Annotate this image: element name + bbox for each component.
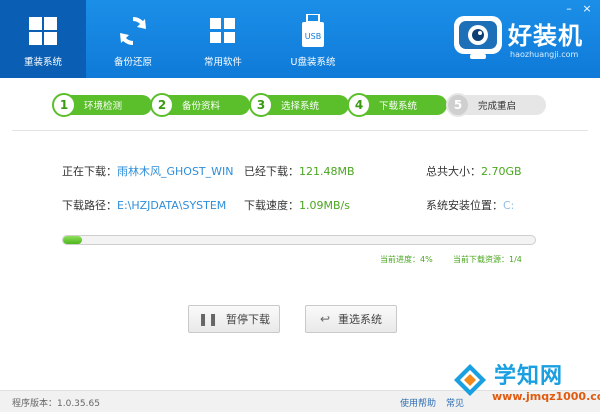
step-number: 4 xyxy=(347,93,371,117)
current-progress-value: 4% xyxy=(420,255,433,264)
download-path-item: 下载路径：E:\HZJDATA\SYSTEM xyxy=(62,197,226,213)
grid-icon xyxy=(206,14,240,48)
watermark-url: www.jmqz1000.com xyxy=(492,390,600,403)
step-number: 5 xyxy=(446,93,470,117)
step-finish-restart: 5 完成重启 xyxy=(446,93,546,117)
refresh-icon xyxy=(116,14,150,48)
help-link[interactable]: 使用帮助 xyxy=(400,396,436,409)
site-watermark: 学知网 www.jmqz1000.com xyxy=(448,354,600,412)
window-controls: – × xyxy=(562,2,594,16)
nav-label: U盘装系统 xyxy=(290,57,336,68)
download-speed-item: 下载速度：1.09MB/s xyxy=(244,197,350,213)
install-location-value: C: xyxy=(503,199,515,212)
step-select-system: 3 选择系统 xyxy=(249,93,349,117)
windows-icon xyxy=(26,14,60,48)
app-header: 重装系统 备份还原 常用软件 USB U盘装系统 好装机 haozhuangji… xyxy=(0,0,600,78)
pause-icon: ❚❚ xyxy=(197,312,219,326)
close-icon[interactable]: × xyxy=(580,2,594,16)
step-label: 选择系统 xyxy=(281,101,320,112)
reselect-system-label: 重选系统 xyxy=(338,313,383,326)
svg-text:USB: USB xyxy=(305,32,321,41)
downloaded-item: 已经下载：121.48MB xyxy=(244,163,355,179)
brand-url: haozhuangji.com xyxy=(510,50,579,59)
downloaded-label: 已经下载： xyxy=(244,165,299,178)
step-progress-bar: 1 环境检测 2 备份资料 3 选择系统 4 下载系统 5 完成重启 xyxy=(52,93,548,117)
install-location-label: 系统安装位置： xyxy=(426,199,503,212)
step-label: 备份资料 xyxy=(182,101,221,112)
brand-logo-icon xyxy=(452,12,504,62)
pause-download-label: 暂停下载 xyxy=(226,313,271,326)
program-version: 程序版本：1.0.35.65 xyxy=(12,399,100,409)
nav-backup-restore[interactable]: 备份还原 xyxy=(90,0,176,78)
nav-common-software[interactable]: 常用软件 xyxy=(180,0,266,78)
total-size-item: 总共大小：2.70GB xyxy=(426,163,522,179)
step-number: 2 xyxy=(150,93,174,117)
undo-icon: ↩ xyxy=(319,312,331,326)
step-backup-data: 2 备份资料 xyxy=(150,93,250,117)
download-speed-value: 1.09MB/s xyxy=(299,199,350,212)
reselect-system-button[interactable]: ↩ 重选系统 xyxy=(305,305,397,333)
total-size-label: 总共大小： xyxy=(426,165,481,178)
current-resource-label: 当前下载资源： xyxy=(453,255,509,264)
current-progress: 当前进度：4% xyxy=(380,254,433,265)
download-speed-label: 下载速度： xyxy=(244,199,299,212)
divider xyxy=(12,130,588,131)
downloading-item: 正在下载：雨林木风_GHOST_WIN xyxy=(62,163,234,179)
nav-label: 常用软件 xyxy=(203,57,242,68)
watermark-name: 学知网 xyxy=(494,364,564,389)
step-label: 下载系统 xyxy=(379,101,418,112)
step-number: 3 xyxy=(249,93,273,117)
download-progress-bar xyxy=(62,235,536,245)
current-resource-value: 1/4 xyxy=(509,255,522,264)
nav-usb-install[interactable]: USB U盘装系统 xyxy=(270,0,356,78)
watermark-logo-icon xyxy=(454,364,486,396)
pause-download-button[interactable]: ❚❚ 暂停下载 xyxy=(188,305,280,333)
install-location-item: 系统安装位置：C: xyxy=(426,197,514,213)
downloaded-value: 121.48MB xyxy=(299,165,355,178)
downloading-value: 雨林木风_GHOST_WIN xyxy=(117,165,234,178)
step-number: 1 xyxy=(52,93,76,117)
total-size-value: 2.70GB xyxy=(481,165,522,178)
download-path-value[interactable]: E:\HZJDATA\SYSTEM xyxy=(117,199,226,212)
usb-icon: USB xyxy=(296,14,330,48)
downloading-label: 正在下载： xyxy=(62,165,117,178)
current-resource: 当前下载资源：1/4 xyxy=(453,254,522,265)
nav-reinstall-system[interactable]: 重装系统 xyxy=(0,0,86,78)
minimize-icon[interactable]: – xyxy=(562,2,576,16)
progress-fill xyxy=(63,236,82,244)
step-label: 完成重启 xyxy=(478,101,517,112)
nav-label: 重装系统 xyxy=(23,57,62,68)
step-download-system: 4 下载系统 xyxy=(347,93,447,117)
nav-label: 备份还原 xyxy=(113,57,152,68)
step-label: 环境检测 xyxy=(84,101,123,112)
current-progress-label: 当前进度： xyxy=(380,255,420,264)
brand-name: 好装机 xyxy=(508,22,583,50)
step-environment-check: 1 环境检测 xyxy=(52,93,152,117)
download-path-label: 下载路径： xyxy=(62,199,117,212)
brand: 好装机 haozhuangji.com xyxy=(452,10,590,68)
